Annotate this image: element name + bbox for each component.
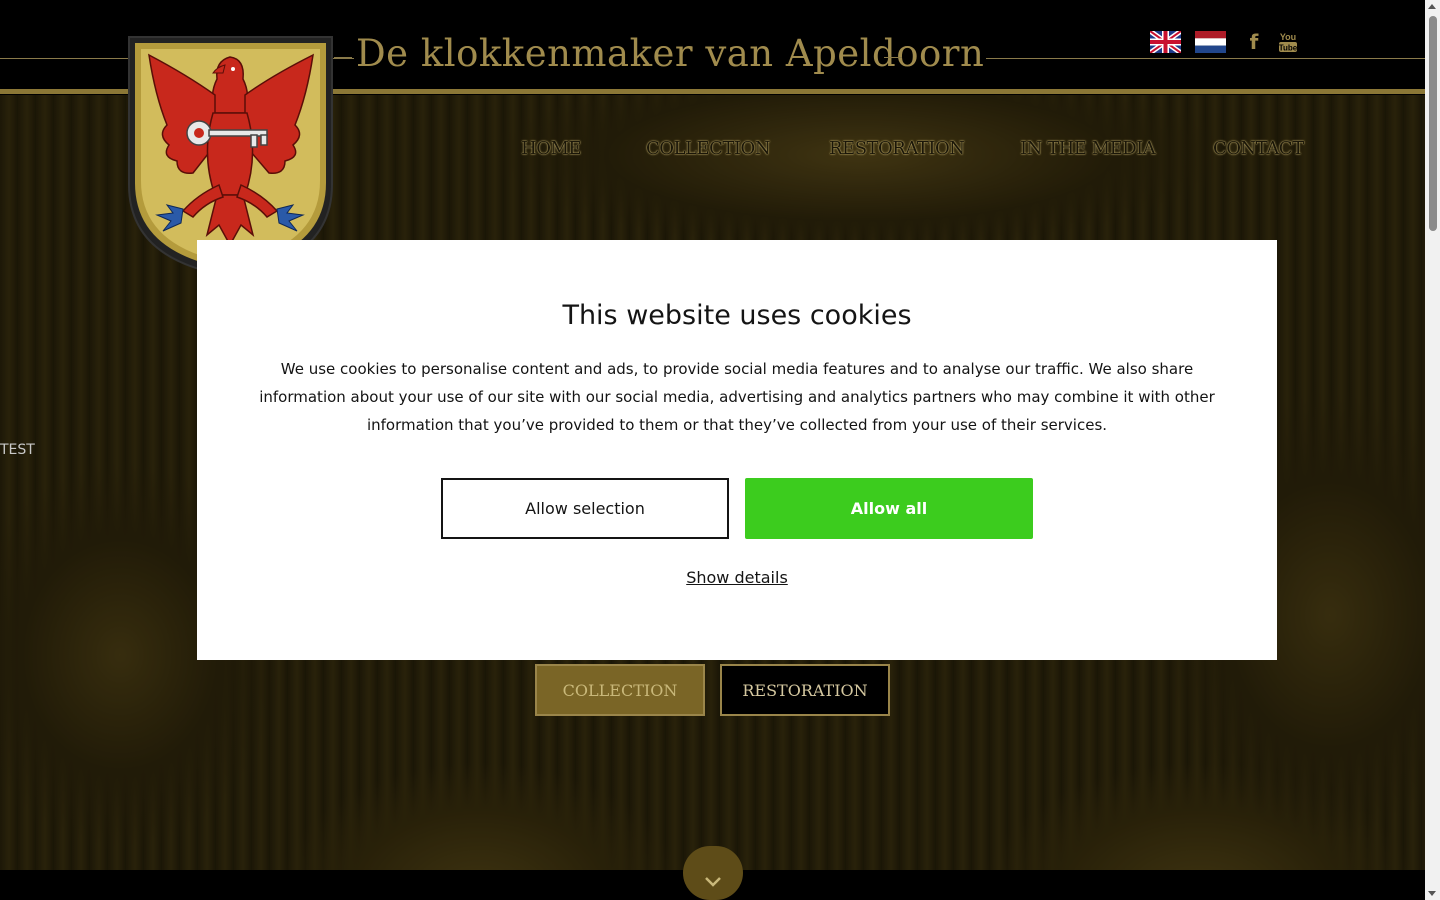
page: De klokkenmaker van Apeldoorn f You Tube… (0, 0, 1425, 900)
cookie-dialog-title: This website uses cookies (562, 300, 912, 331)
svg-text:You: You (1280, 32, 1296, 42)
title-ornament-left (334, 57, 352, 58)
scroll-down-arrow-icon[interactable] (1428, 891, 1436, 896)
allow-all-button[interactable]: Allow all (745, 478, 1033, 539)
hero-collection-button[interactable]: COLLECTION (535, 664, 705, 716)
cookie-consent-dialog: This website uses cookies We use cookies… (197, 240, 1277, 660)
allow-selection-button[interactable]: Allow selection (441, 478, 729, 539)
uk-flag-icon[interactable] (1150, 31, 1181, 53)
facebook-icon[interactable]: f (1244, 31, 1264, 53)
show-details-link[interactable]: Show details (197, 568, 1277, 587)
language-social-bar: f You Tube (1150, 30, 1298, 54)
scroll-up-arrow-icon[interactable] (1428, 4, 1436, 9)
scrollbar-thumb[interactable] (1429, 16, 1437, 231)
youtube-icon[interactable]: You Tube (1278, 31, 1298, 53)
main-nav: HOME COLLECTION RESTORATION IN THE MEDIA… (0, 138, 1425, 164)
title-ornament-right (884, 57, 902, 58)
site-title[interactable]: De klokkenmaker van Apeldoorn (354, 32, 987, 75)
netherlands-flag-icon[interactable] (1195, 31, 1226, 53)
nav-contact[interactable]: CONTACT (1213, 138, 1304, 159)
hero-restoration-button[interactable]: RESTORATION (720, 664, 890, 716)
svg-text:Tube: Tube (1279, 44, 1298, 53)
test-label: TEST (0, 442, 35, 458)
nav-collection[interactable]: COLLECTION (646, 138, 770, 159)
nav-restoration[interactable]: RESTORATION (829, 138, 965, 159)
nav-in-the-media[interactable]: IN THE MEDIA (1020, 138, 1156, 159)
scroll-down-button[interactable] (683, 846, 743, 900)
nav-home[interactable]: HOME (521, 138, 582, 159)
cookie-dialog-text: We use cookies to personalise content an… (259, 360, 1215, 434)
vertical-scrollbar[interactable] (1425, 0, 1440, 900)
chevron-down-icon (705, 877, 721, 887)
